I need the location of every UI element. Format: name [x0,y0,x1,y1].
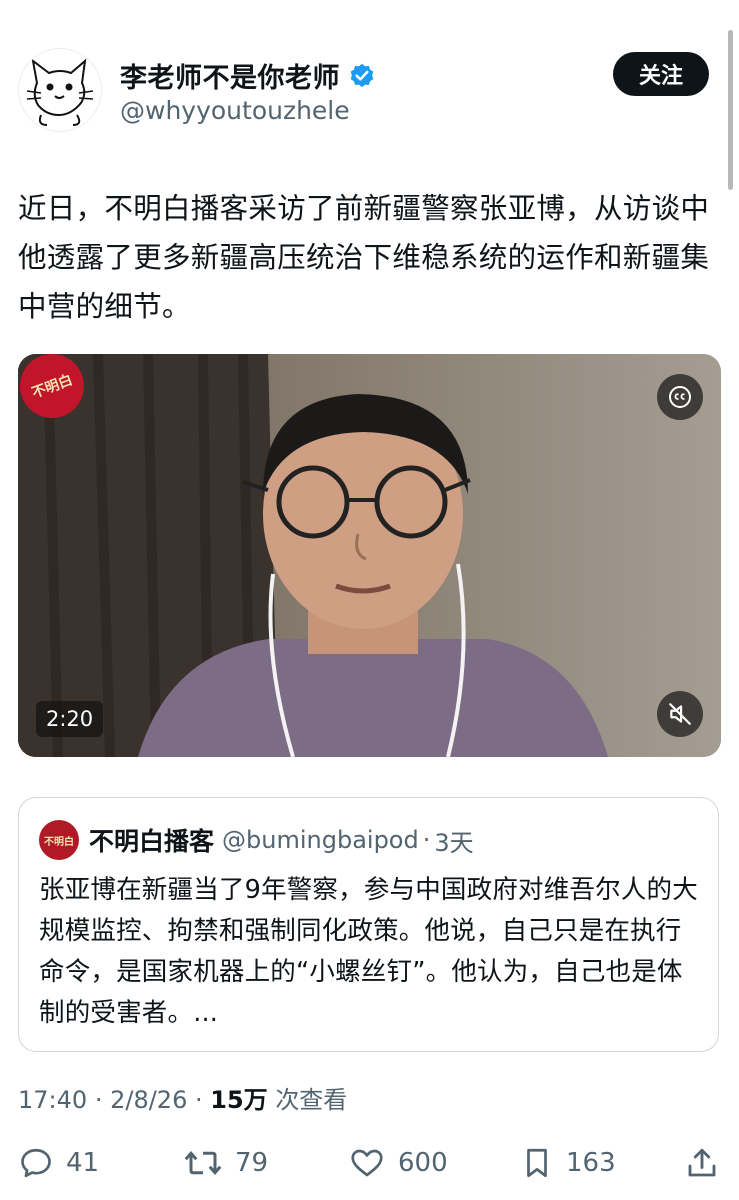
bookmark-button[interactable]: 163 [520,1138,616,1188]
quoted-tweet[interactable]: 不明白 不明白播客 @bumingbaipod · 3天 张亚博在新疆当了9年警… [18,797,719,1052]
like-button[interactable]: 600 [348,1138,448,1188]
like-count: 600 [398,1148,448,1178]
share-button[interactable] [684,1138,732,1188]
video-thumbnail [18,354,721,757]
video-player[interactable]: 不明白 2:20 [18,354,721,757]
quoted-timestamp[interactable]: 3天 [434,823,473,858]
separator-dot: · [422,826,431,854]
tweet-meta: 17:40 · 2/8/26 · 15万 次查看 [18,1080,347,1115]
quoted-handle[interactable]: @bumingbaipod [222,826,419,854]
retweet-button[interactable]: 79 [183,1138,268,1188]
reply-button[interactable]: 41 [18,1138,99,1188]
muted-speaker-icon [669,703,691,725]
avatar[interactable] [18,48,102,132]
bookmark-count: 163 [566,1148,616,1178]
closed-captions-icon [669,386,691,408]
retweet-count: 79 [235,1148,269,1178]
verified-badge-icon [350,63,374,87]
tweet-header: 李老师不是你老师 @whyyoutouzhele 关注 [18,48,709,134]
bookmark-icon [527,1148,547,1178]
video-duration: 2:20 [36,701,104,737]
quoted-text: 张亚博在新疆当了9年警察，参与中国政府对维吾尔人的大规模监控、拘禁和强制同化政策… [39,875,698,1028]
post-date[interactable]: 2/8/26 [110,1086,187,1114]
closed-captions-button[interactable] [657,374,703,420]
post-time[interactable]: 17:40 [18,1086,87,1114]
mute-toggle-button[interactable] [657,691,703,737]
tweet-text: 近日，不明白播客采访了前新疆警察张亚博，从访谈中他透露了更多新疆高压统治下维稳系… [18,192,710,323]
cat-drawing-icon [26,58,94,126]
heart-icon [351,1149,383,1177]
quoted-avatar[interactable]: 不明白 [39,820,79,860]
views-count: 15万 [210,1086,268,1114]
quoted-display-name[interactable]: 不明白播客 [89,822,214,858]
reply-icon [21,1148,51,1178]
separator-dot: · [194,1086,203,1114]
action-bar: 41 79 600 163 [18,1138,721,1188]
retweet-icon [184,1150,222,1176]
handle[interactable]: @whyyoutouzhele [120,96,350,125]
share-icon [688,1148,716,1177]
views-label: 次查看 [275,1086,348,1114]
scrollbar[interactable] [728,30,733,190]
reply-count: 41 [66,1148,100,1178]
separator-dot: · [94,1086,103,1114]
display-name[interactable]: 李老师不是你老师 [120,56,340,95]
follow-button[interactable]: 关注 [613,52,709,96]
